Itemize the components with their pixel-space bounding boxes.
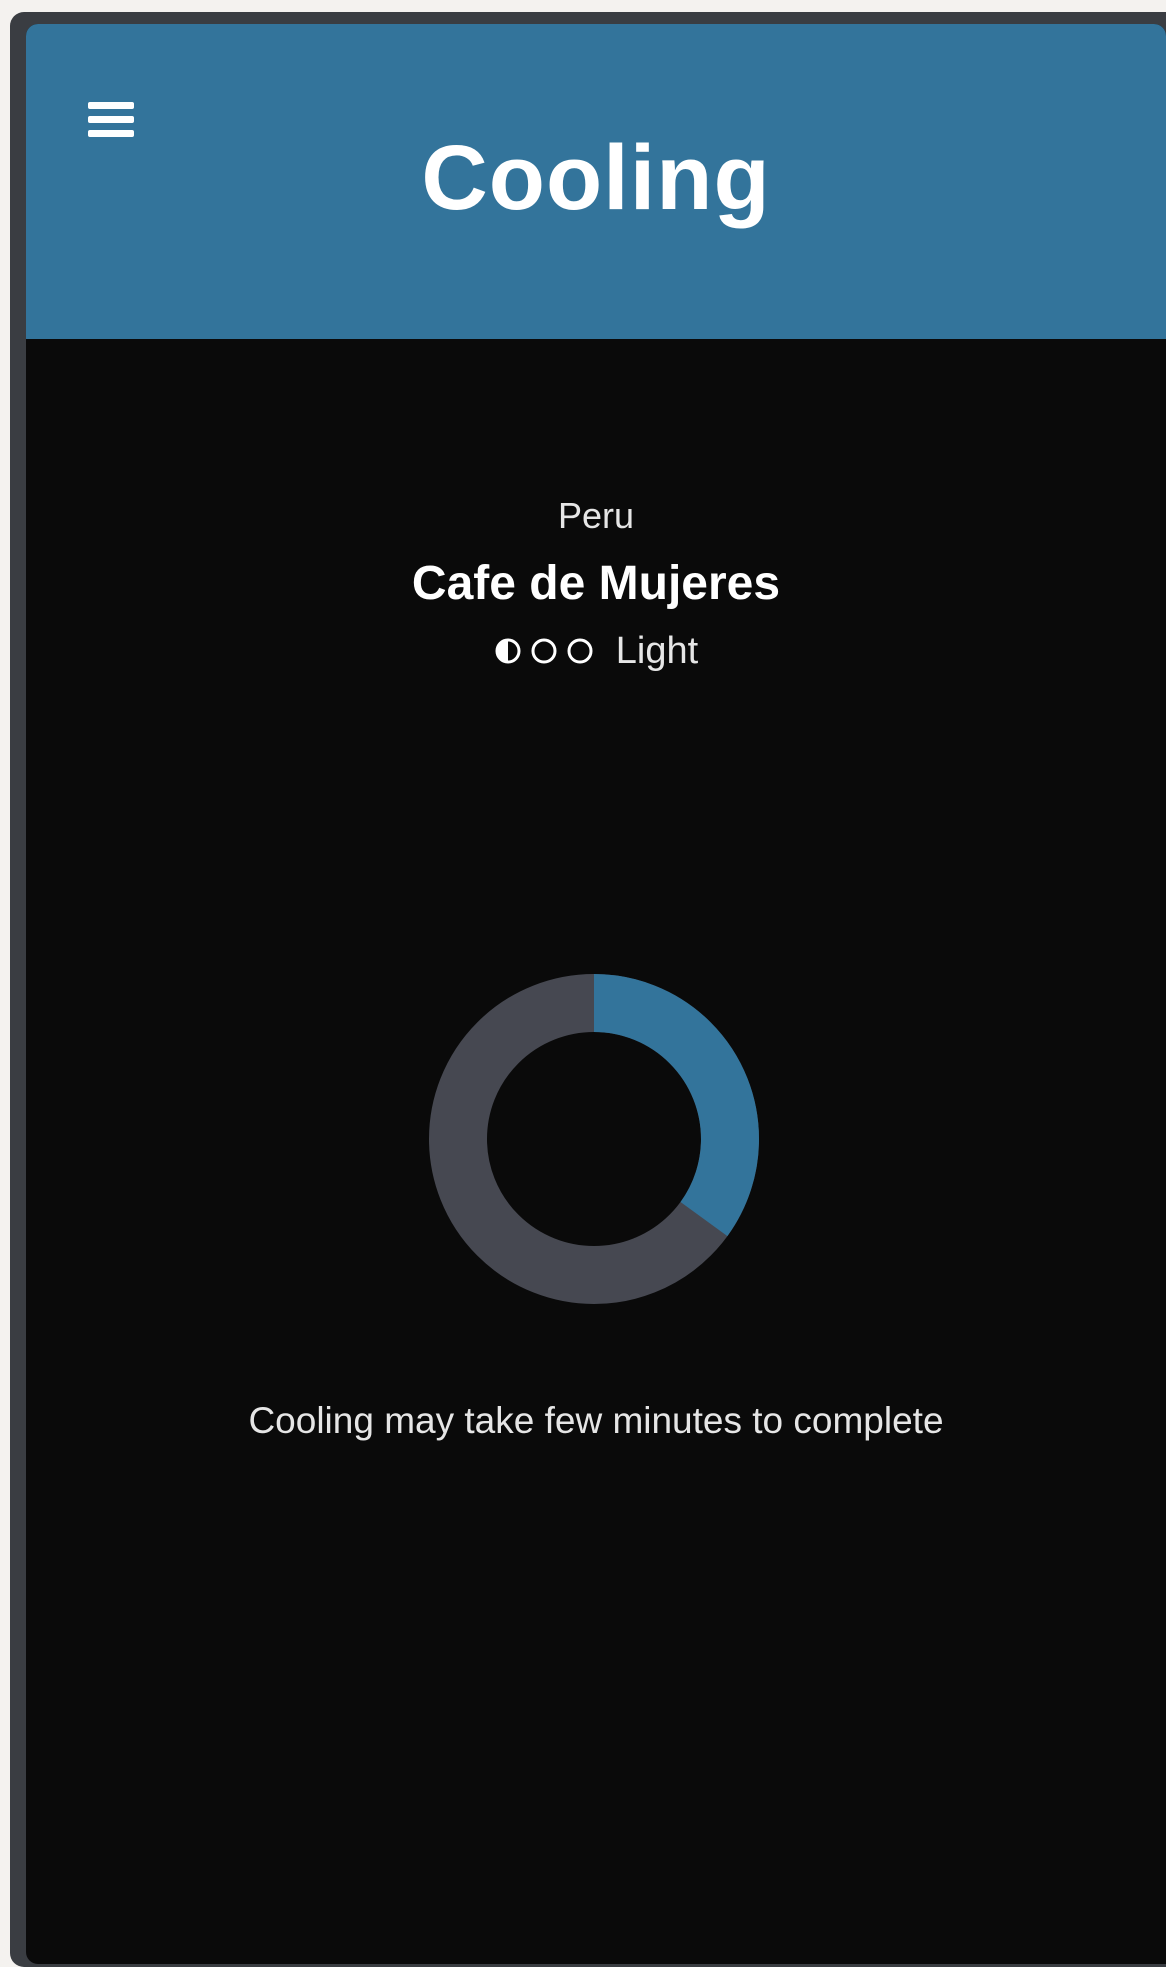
roast-level-indicator <box>494 637 602 665</box>
cooling-progress-ring <box>429 974 759 1304</box>
half-filled-circle-icon <box>495 638 521 664</box>
app-header: Cooling <box>26 24 1166 339</box>
device-frame: Cooling Peru Cafe de Mujeres Light Cooli… <box>10 12 1166 1967</box>
coffee-name: Cafe de Mujeres <box>411 557 781 610</box>
page-title: Cooling <box>421 127 771 229</box>
cooling-message: Cooling may take few minutes to complete <box>248 1400 944 1441</box>
roast-level: Light <box>26 632 1166 670</box>
empty-circle-icon <box>567 638 593 664</box>
coffee-origin: Peru <box>557 495 635 536</box>
empty-circle-icon <box>531 638 557 664</box>
roast-level-label: Light <box>615 630 699 672</box>
app-screen: Cooling Peru Cafe de Mujeres Light Cooli… <box>26 24 1166 1964</box>
